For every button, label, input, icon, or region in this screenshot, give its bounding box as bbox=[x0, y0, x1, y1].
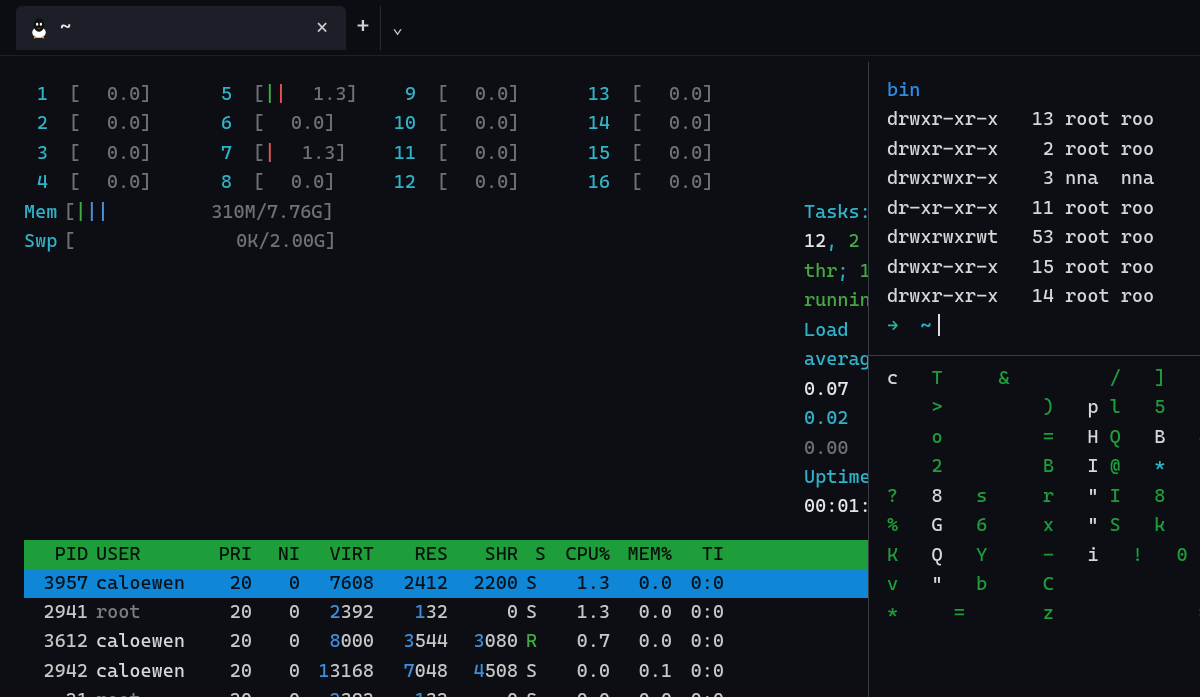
column-header[interactable]: VIRT bbox=[302, 540, 376, 569]
cpu-meter: 1 [0.0] bbox=[24, 80, 204, 109]
column-header[interactable]: TI bbox=[674, 540, 726, 569]
cpu-meter: 3 [0.0] bbox=[24, 139, 204, 168]
new-tab-button[interactable]: + bbox=[346, 6, 380, 50]
cpu-meter: 6 [0.0] bbox=[208, 109, 388, 138]
ls-output: drwxr-xr-x 13 root roodrwxr-xr-x 2 root … bbox=[887, 105, 1200, 311]
table-header: PIDUSERPRINIVIRTRESSHRSCPU%MEM%TI bbox=[24, 540, 868, 569]
cpu-meter: 2 [0.0] bbox=[24, 109, 204, 138]
cpu-meters: 1 [0.0]5 [||1.3]9 [0.0]13 [0.0] 2 [0.0]6 … bbox=[24, 80, 776, 198]
column-header[interactable]: USER bbox=[90, 540, 194, 569]
table-row[interactable]: 3957caloewen200760824122200S1.30.00:0 bbox=[24, 569, 868, 598]
ls-line: dr-xr-xr-x 11 root roo bbox=[887, 194, 1200, 223]
column-header[interactable]: S bbox=[520, 540, 548, 569]
cpu-meter: 4 [0.0] bbox=[24, 168, 204, 197]
cpu-meter: 9 [0.0] bbox=[392, 80, 582, 109]
column-header[interactable]: PRI bbox=[194, 540, 254, 569]
htop-summary: Tasks: 12, 2 thr; 1 running Load average… bbox=[804, 198, 868, 522]
table-row[interactable]: 2941root20023921320S1.30.00:0 bbox=[24, 598, 868, 627]
cpu-meter: 12 [0.0] bbox=[392, 168, 582, 197]
terminal-tab[interactable]: ~ × bbox=[16, 6, 346, 50]
ls-line: drwxr-xr-x 2 root roo bbox=[887, 135, 1200, 164]
table-row[interactable]: 3612caloewen200800035443080R0.70.00:0 bbox=[24, 627, 868, 656]
cpu-meter: 10 [0.0] bbox=[392, 109, 582, 138]
cpu-meter: 8 [0.0] bbox=[208, 168, 388, 197]
ls-line: drwxr-xr-x 13 root roo bbox=[887, 105, 1200, 134]
tab-title: ~ bbox=[60, 13, 71, 42]
column-header[interactable]: PID bbox=[24, 540, 90, 569]
ls-line: drwxrwxr-x 3 nna nna bbox=[887, 164, 1200, 193]
mem-value: 310M/7.76G bbox=[109, 198, 323, 227]
close-icon[interactable]: × bbox=[316, 12, 328, 43]
ls-line: drwxrwxrwt 53 root roo bbox=[887, 223, 1200, 252]
cpu-meter: 5 [||1.3] bbox=[208, 80, 388, 109]
tab-dropdown-button[interactable]: ⌄ bbox=[380, 6, 414, 50]
mem-bars: ||| bbox=[75, 201, 108, 223]
window-titlebar: ~ × + ⌄ bbox=[0, 0, 1200, 56]
loadavg-label: Load average: bbox=[804, 319, 868, 370]
right-pane[interactable]: bin drwxr-xr-x 13 root roodrwxr-xr-x 2 r… bbox=[869, 56, 1200, 697]
workspace: 1 [0.0]5 [||1.3]9 [0.0]13 [0.0] 2 [0.0]6 … bbox=[0, 56, 1200, 697]
column-header[interactable]: SHR bbox=[450, 540, 520, 569]
column-header[interactable]: RES bbox=[376, 540, 450, 569]
table-row[interactable]: 21root20023921320S0.00.00:0 bbox=[24, 686, 868, 697]
cpu-meter: 13 [0.0] bbox=[586, 80, 776, 109]
ls-line: drwxr-xr-x 15 root roo bbox=[887, 253, 1200, 282]
column-header[interactable]: NI bbox=[254, 540, 302, 569]
htop-pane[interactable]: 1 [0.0]5 [||1.3]9 [0.0]13 [0.0] 2 [0.0]6 … bbox=[0, 56, 868, 697]
cpu-meter: 11 [0.0] bbox=[392, 139, 582, 168]
column-header[interactable]: CPU% bbox=[548, 540, 612, 569]
process-table[interactable]: PIDUSERPRINIVIRTRESSHRSCPU%MEM%TI 3957ca… bbox=[24, 540, 868, 697]
matrix-pane: c T & / ] > ) p l 5 o = H Q B J 2 B I @ … bbox=[887, 364, 1200, 629]
horizontal-separator bbox=[869, 355, 1200, 356]
cpu-meter: 16 [0.0] bbox=[586, 168, 776, 197]
swap-value: 0K/2.00G bbox=[75, 227, 325, 256]
table-row[interactable]: 2942caloewen2001316870484508S0.00.10:0 bbox=[24, 657, 868, 686]
ls-line: drwxr-xr-x 14 root roo bbox=[887, 282, 1200, 311]
uptime-label: Uptime: bbox=[804, 466, 868, 488]
ls-header: bin bbox=[887, 76, 1200, 105]
column-header[interactable]: MEM% bbox=[612, 540, 674, 569]
mem-label: Mem bbox=[24, 198, 64, 227]
tux-icon bbox=[30, 17, 48, 39]
shell-prompt[interactable]: → ~ bbox=[887, 312, 1200, 341]
cursor bbox=[938, 314, 940, 336]
cpu-meter: 15 [0.0] bbox=[586, 139, 776, 168]
swap-label: Swp bbox=[24, 227, 64, 256]
tasks-label: Tasks: bbox=[804, 201, 868, 223]
cpu-meter: 7 [|1.3] bbox=[208, 139, 388, 168]
cpu-meter: 14 [0.0] bbox=[586, 109, 776, 138]
